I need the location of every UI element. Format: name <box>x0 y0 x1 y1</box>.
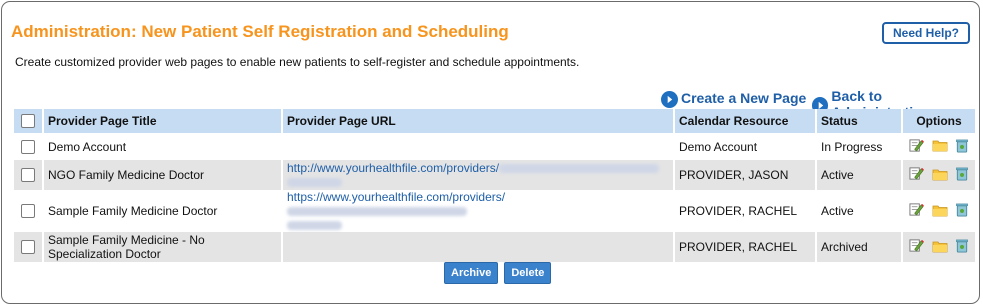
trash-icon[interactable] <box>955 202 969 220</box>
archive-button[interactable]: Archive <box>444 262 499 284</box>
provider-pages-table: Provider Page Title Provider Page URL Ca… <box>14 109 975 262</box>
provider-page-title: Sample Family Medicine - No Specializati… <box>43 232 283 262</box>
provider-url-link[interactable]: https://www.yourhealthfile.com/providers… <box>287 190 505 204</box>
page-description: Create customized provider web pages to … <box>15 55 580 69</box>
provider-url-link[interactable]: http://www.yourhealthfile.com/providers/ <box>287 161 499 175</box>
status-text: In Progress <box>816 133 903 160</box>
redacted-url-text <box>287 178 342 188</box>
provider-page-url <box>282 232 675 262</box>
row-options <box>902 190 975 232</box>
provider-page-title: Sample Family Medicine Doctor <box>43 190 283 232</box>
redacted-url-text <box>287 207 467 217</box>
row-options <box>902 232 975 262</box>
create-new-page-label: Create a New Page <box>681 90 807 106</box>
table-row: Sample Family Medicine - No Specializati… <box>14 232 975 262</box>
select-all-checkbox[interactable] <box>21 114 35 128</box>
folder-icon[interactable] <box>932 239 948 256</box>
bulk-action-buttons: Archive Delete <box>444 262 552 284</box>
folder-icon[interactable] <box>932 138 948 155</box>
row-options <box>902 133 975 160</box>
status-text: Archived <box>816 232 903 262</box>
row-options <box>902 160 975 190</box>
row-checkbox[interactable] <box>21 204 35 218</box>
table-header-row: Provider Page Title Provider Page URL Ca… <box>14 109 975 133</box>
edit-icon[interactable] <box>909 238 925 256</box>
provider-page-url: http://www.yourhealthfile.com/providers/ <box>282 160 675 190</box>
row-checkbox[interactable] <box>21 240 35 254</box>
edit-icon[interactable] <box>909 138 925 156</box>
folder-icon[interactable] <box>932 167 948 184</box>
calendar-resource: PROVIDER, RACHEL <box>674 190 817 232</box>
circle-arrow-right-icon <box>661 91 678 108</box>
column-header-resource[interactable]: Calendar Resource <box>674 109 817 133</box>
provider-page-title: NGO Family Medicine Doctor <box>43 160 283 190</box>
page-title: Administration: New Patient Self Registr… <box>11 22 509 41</box>
row-checkbox[interactable] <box>21 139 35 154</box>
column-header-options: Options <box>902 109 975 133</box>
status-text: Active <box>816 190 903 232</box>
provider-page-title: Demo Account <box>43 133 283 160</box>
trash-icon[interactable] <box>955 166 969 184</box>
delete-button[interactable]: Delete <box>504 262 552 284</box>
status-text: Active <box>816 160 903 190</box>
table-row: Sample Family Medicine Doctor https://ww… <box>14 190 975 232</box>
provider-page-url: https://www.yourhealthfile.com/providers… <box>282 190 675 232</box>
column-header-status[interactable]: Status <box>816 109 903 133</box>
edit-icon[interactable] <box>909 166 925 184</box>
folder-icon[interactable] <box>932 203 948 220</box>
row-checkbox[interactable] <box>21 168 35 182</box>
admin-panel: Administration: New Patient Self Registr… <box>1 1 980 304</box>
trash-icon[interactable] <box>955 138 969 156</box>
trash-icon[interactable] <box>955 238 969 256</box>
need-help-button[interactable]: Need Help? <box>882 22 970 44</box>
table-row: Demo Account Demo Account In Progress <box>14 133 975 160</box>
calendar-resource: PROVIDER, JASON <box>674 160 817 190</box>
calendar-resource: Demo Account <box>674 133 817 160</box>
column-header-url[interactable]: Provider Page URL <box>282 109 675 133</box>
table-row: NGO Family Medicine Doctor http://www.yo… <box>14 160 975 190</box>
redacted-url-text <box>499 164 660 174</box>
edit-icon[interactable] <box>909 202 925 220</box>
provider-page-url <box>282 133 675 160</box>
create-new-page-link[interactable]: Create a New Page <box>661 88 806 108</box>
redacted-url-text <box>287 221 342 231</box>
calendar-resource: PROVIDER, RACHEL <box>674 232 817 262</box>
column-header-title[interactable]: Provider Page Title <box>43 109 283 133</box>
